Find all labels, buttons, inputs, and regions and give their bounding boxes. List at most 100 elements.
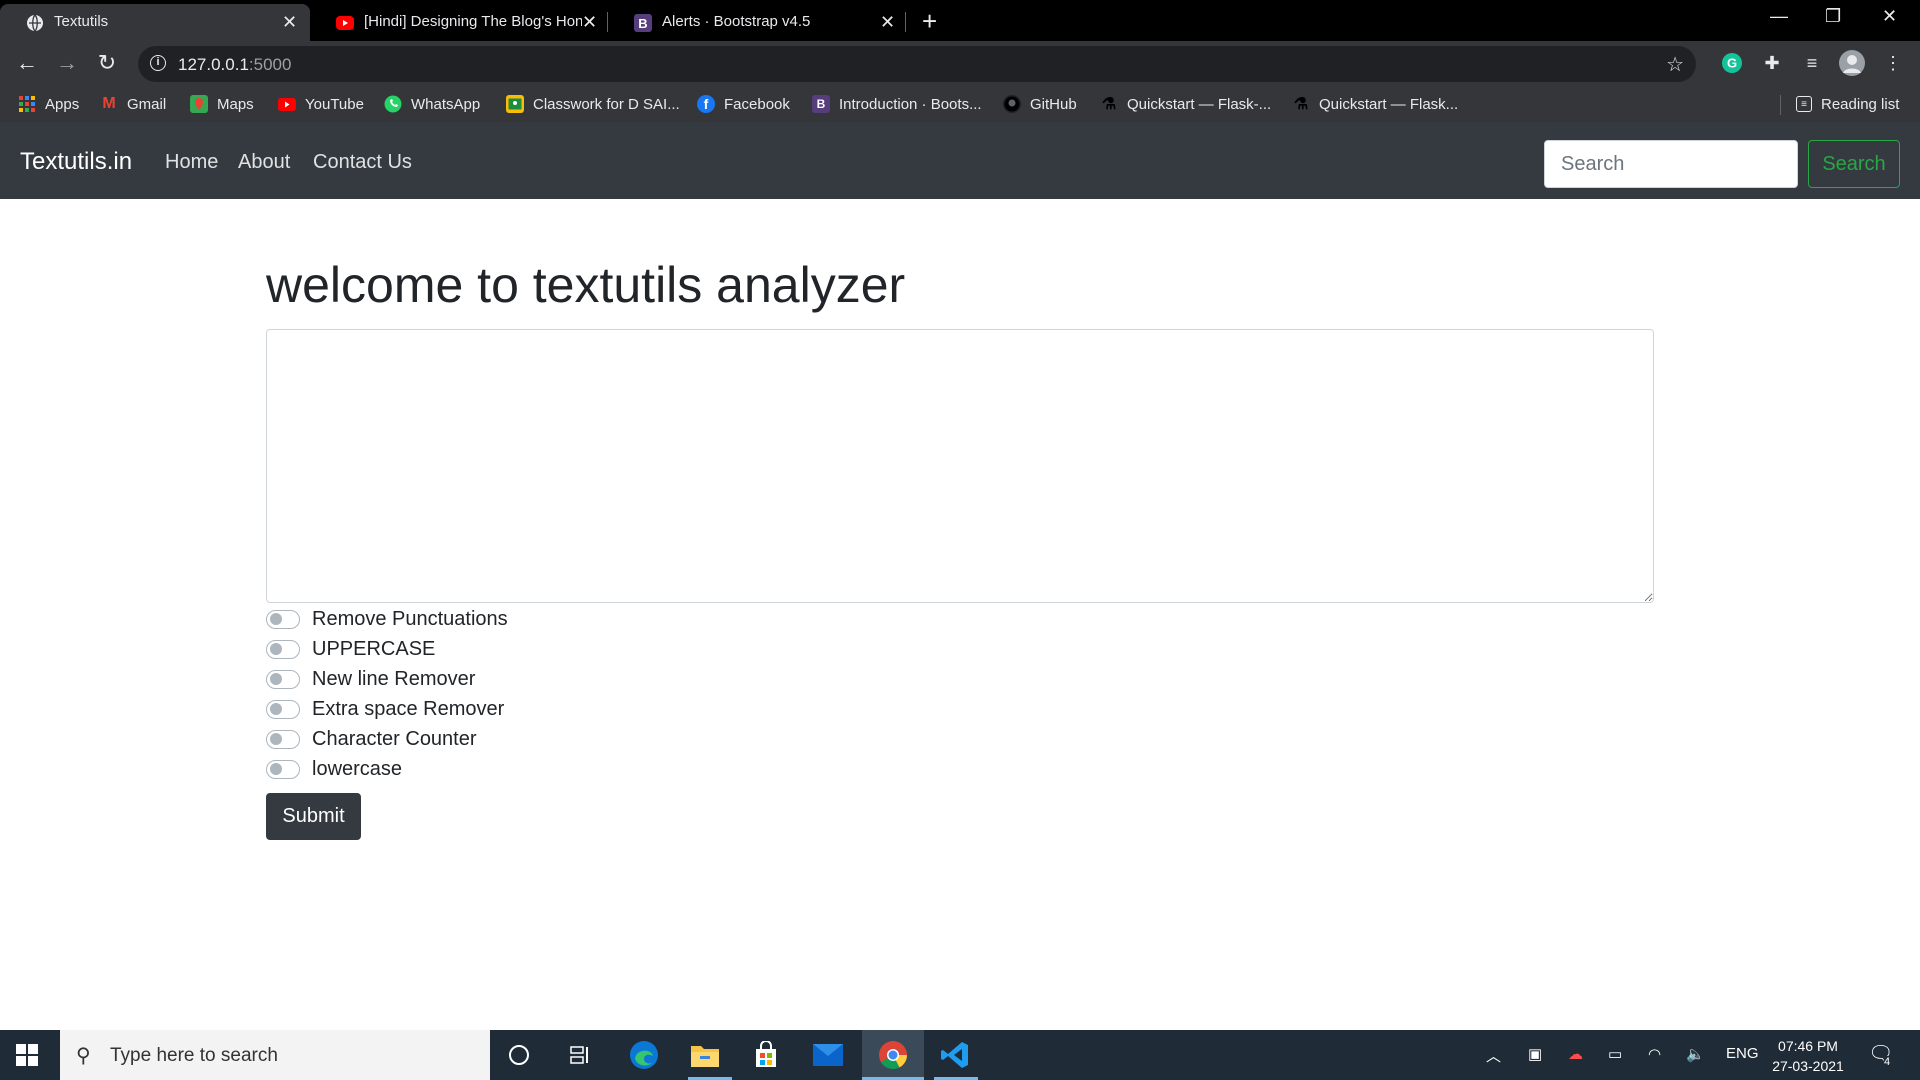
bookmark-bootstrap-intro[interactable]: B Introduction · Boots...	[812, 94, 982, 114]
forward-icon[interactable]: →	[55, 50, 79, 75]
extensions-icon[interactable]: ✚	[1759, 50, 1785, 76]
svg-text:G: G	[1727, 56, 1737, 71]
switch-uppercase[interactable]: UPPERCASE	[266, 636, 435, 662]
submit-button[interactable]: Submit	[266, 793, 361, 840]
language-indicator[interactable]: ENG	[1726, 1045, 1759, 1062]
address-bar[interactable]: i 127.0.0.1:5000 ☆	[138, 46, 1696, 82]
bookmark-maps[interactable]: Maps	[190, 94, 254, 114]
windows-taskbar: ⚲ Type here to search ︿ ▣ ☁ ▭ ◠ 🔈 ENG 07…	[0, 1030, 1920, 1080]
wifi-icon[interactable]: ◠	[1648, 1045, 1661, 1063]
notification-count-badge: 4	[1884, 1056, 1891, 1068]
reload-icon[interactable]: ↻	[95, 50, 119, 75]
bookmark-flask-1[interactable]: ⚗ Quickstart — Flask-...	[1100, 94, 1271, 114]
switch-extra-space-remover[interactable]: Extra space Remover	[266, 696, 504, 722]
navbar-search-button[interactable]: Search	[1808, 140, 1900, 188]
whatsapp-icon	[384, 95, 402, 113]
text-input-area[interactable]	[266, 329, 1654, 603]
bookmark-label: Maps	[217, 95, 254, 113]
youtube-icon	[278, 95, 296, 113]
store-icon[interactable]	[750, 1039, 782, 1071]
bookmark-label: GitHub	[1030, 95, 1077, 113]
tab-title: Textutils	[54, 13, 109, 30]
bookmark-star-icon[interactable]: ☆	[1666, 52, 1684, 77]
close-tab-icon[interactable]: ✕	[582, 12, 597, 33]
bookmark-whatsapp[interactable]: WhatsApp	[384, 94, 480, 114]
switch-new-line-remover[interactable]: New line Remover	[266, 666, 475, 692]
task-view-icon[interactable]	[564, 1039, 596, 1071]
close-window-icon[interactable]: ✕	[1882, 6, 1897, 27]
toggle-switch[interactable]	[266, 639, 300, 659]
battery-icon[interactable]: ▭	[1608, 1045, 1622, 1063]
tab-textutils[interactable]: Textutils ✕	[0, 4, 310, 41]
edge-icon[interactable]	[628, 1039, 660, 1071]
maps-icon	[190, 95, 208, 113]
bookmark-apps[interactable]: Apps	[18, 94, 79, 114]
back-icon[interactable]: ←	[15, 50, 39, 75]
profile-avatar[interactable]	[1839, 50, 1865, 76]
apps-grid-icon	[18, 95, 36, 113]
bookmark-flask-2[interactable]: ⚗ Quickstart — Flask...	[1292, 94, 1458, 114]
toggle-switch[interactable]	[266, 729, 300, 749]
vscode-icon[interactable]	[939, 1039, 971, 1071]
volume-icon[interactable]: 🔈	[1686, 1045, 1705, 1063]
bookmark-label: Quickstart — Flask...	[1319, 95, 1459, 113]
flask-icon: ⚗	[1293, 96, 1309, 113]
switch-remove-punctuations[interactable]: Remove Punctuations	[266, 606, 508, 632]
toggle-switch[interactable]	[266, 699, 300, 719]
taskbar-search-box[interactable]: ⚲ Type here to search	[60, 1030, 490, 1080]
close-tab-icon[interactable]: ✕	[880, 12, 895, 33]
nav-link-home[interactable]: Home	[165, 151, 218, 174]
windows-start-icon[interactable]	[16, 1044, 38, 1066]
url-text[interactable]: 127.0.0.1:5000	[178, 55, 291, 75]
tab-bootstrap-alerts[interactable]: B Alerts · Bootstrap v4.5 ✕	[608, 4, 904, 41]
page-title: welcome to textutils analyzer	[266, 257, 906, 313]
bookmark-facebook[interactable]: f Facebook	[697, 94, 790, 114]
close-tab-icon[interactable]: ✕	[282, 12, 297, 33]
navbar-search-input[interactable]	[1544, 140, 1798, 188]
chrome-menu-icon[interactable]: ⋮	[1880, 50, 1906, 76]
new-tab-icon[interactable]: +	[922, 6, 937, 37]
minimize-icon[interactable]: —	[1770, 6, 1788, 27]
bookmarks-bar: Apps M Gmail Maps YouTube WhatsApp Class…	[0, 87, 1920, 123]
tab-divider	[905, 12, 906, 32]
bookmark-youtube[interactable]: YouTube	[278, 94, 364, 114]
bookmark-classwork[interactable]: Classwork for D SAI...	[506, 94, 680, 114]
site-info-icon[interactable]: i	[150, 55, 166, 71]
bookmark-label: Classwork for D SAI...	[533, 95, 680, 113]
nav-link-contact-us[interactable]: Contact Us	[313, 151, 412, 174]
github-icon	[1003, 95, 1021, 113]
toggle-switch[interactable]	[266, 759, 300, 779]
nav-link-about[interactable]: About	[238, 151, 290, 174]
mail-icon[interactable]	[812, 1039, 844, 1071]
toggle-switch[interactable]	[266, 609, 300, 629]
chrome-icon[interactable]	[877, 1039, 909, 1071]
navbar-brand[interactable]: Textutils.in	[20, 148, 132, 176]
clock-time: 07:46 PM	[1778, 1038, 1838, 1054]
switch-label: Character Counter	[312, 727, 477, 750]
bookmark-github[interactable]: GitHub	[1003, 94, 1077, 114]
grammarly-icon[interactable]: G	[1719, 50, 1745, 76]
switch-label: Remove Punctuations	[312, 607, 508, 630]
file-explorer-icon[interactable]	[689, 1039, 721, 1071]
bookmark-label: YouTube	[305, 95, 364, 113]
bookmark-label: Facebook	[724, 95, 790, 113]
show-hidden-icons-icon[interactable]: ︿	[1486, 1045, 1501, 1066]
cortana-icon[interactable]	[503, 1039, 535, 1071]
tab-title: [Hindi] Designing The Blog's Hon	[364, 13, 582, 30]
bookmark-gmail[interactable]: M Gmail	[100, 94, 166, 114]
switch-character-counter[interactable]: Character Counter	[266, 726, 477, 752]
meet-now-icon[interactable]: ▣	[1528, 1045, 1542, 1063]
reading-list-button[interactable]: ≡ Reading list	[1796, 94, 1899, 114]
restore-icon[interactable]: ❐	[1825, 6, 1841, 27]
site-navbar: Textutils.in Home About Contact Us Searc…	[0, 122, 1920, 199]
taskbar-clock[interactable]: 07:46 PM 27-03-2021	[1768, 1036, 1848, 1076]
globe-icon	[26, 14, 44, 32]
clock-date: 27-03-2021	[1772, 1058, 1844, 1074]
toggle-switch[interactable]	[266, 669, 300, 689]
media-control-icon[interactable]: ≡	[1799, 50, 1825, 76]
onedrive-error-icon[interactable]: ☁	[1568, 1045, 1583, 1063]
reading-list-label: Reading list	[1821, 95, 1900, 113]
tab-title: Alerts · Bootstrap v4.5	[662, 13, 811, 30]
tab-youtube[interactable]: [Hindi] Designing The Blog's Hon ✕	[310, 4, 606, 41]
switch-lowercase[interactable]: lowercase	[266, 756, 402, 782]
